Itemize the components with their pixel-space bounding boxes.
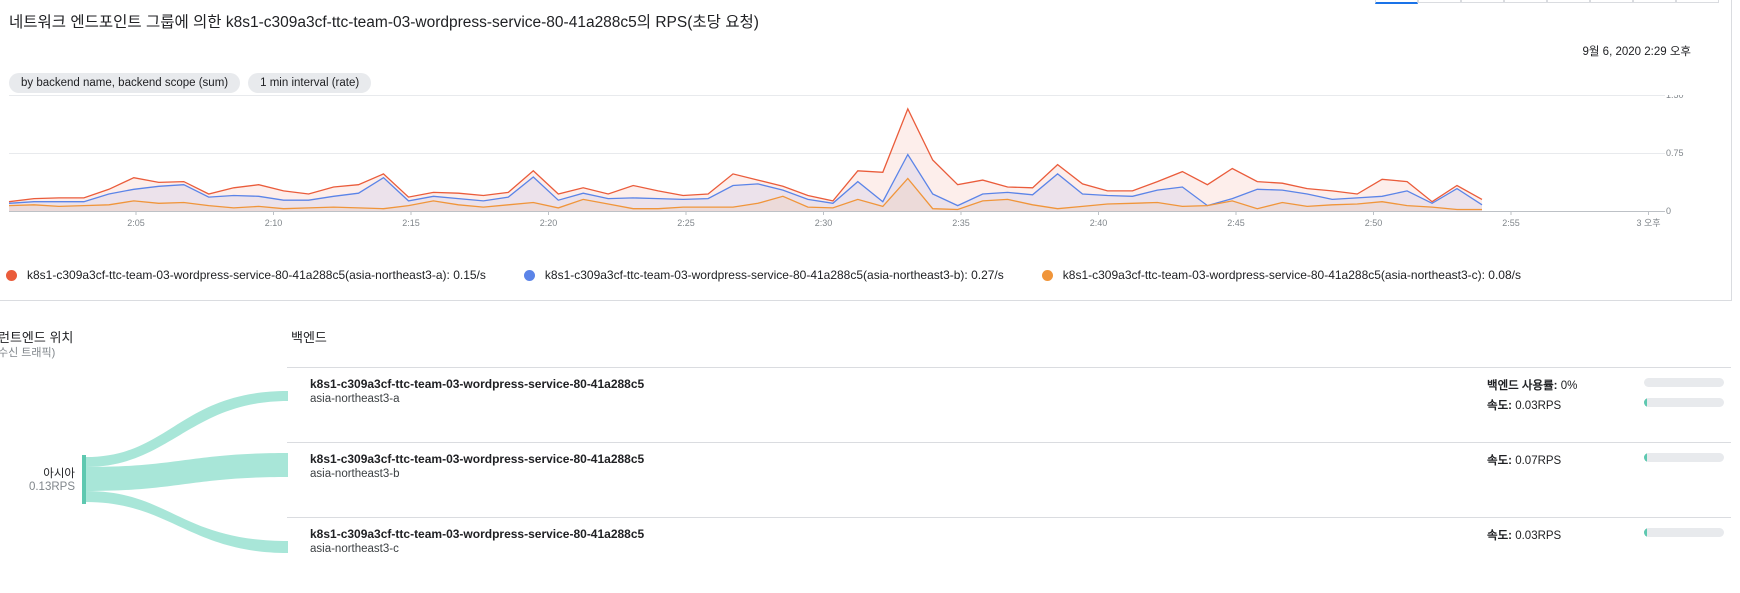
x-tick-label: 2:10 [265,218,283,228]
x-tick-label: 2:05 [127,218,145,228]
backend-rate-bar [1644,528,1724,537]
frontend-region-rps: 0.13RPS [28,481,75,493]
x-tick-label: 2:45 [1227,218,1245,228]
time-range-tabs [1375,0,1719,4]
y-tick-label: 0 [1666,206,1671,216]
frontend-node [82,455,86,504]
legend-dot-blue [523,269,535,281]
backend-rate-value: 0.03RPS [1515,400,1562,412]
chart-timestamp: 9월 6, 2020 2:29 오후 [1582,46,1691,58]
y-tick-label: 0.75 [1666,148,1684,158]
backend-usage-bar [1644,378,1724,387]
backend-usage-label: 백엔드 사용률: [1487,380,1558,392]
legend-label-b: k8s1-c309a3cf-ttc-team-03-wordpress-serv… [544,268,1004,282]
backend-rate-bar-fill [1644,398,1648,407]
backend-rate-bar-fill [1644,453,1648,462]
x-tick-label: 2:50 [1365,218,1383,228]
chart-legend: k8s1-c309a3cf-ttc-team-03-wordpress-serv… [6,268,1521,282]
legend-item-c[interactable]: k8s1-c309a3cf-ttc-team-03-wordpress-serv… [1041,268,1521,282]
aggregation-chip[interactable]: by backend name, backend scope (sum) [9,73,241,93]
x-tick-label: 2:55 [1502,218,1520,228]
legend-dot-red [6,269,17,281]
backend-name[interactable]: k8s1-c309a3cf-ttc-team-03-wordpress-serv… [310,452,644,466]
backend-title: 백엔드 [291,330,327,345]
time-range-tab[interactable] [1375,0,1418,4]
time-range-tab[interactable] [1504,0,1547,3]
time-range-tab[interactable] [1461,0,1504,3]
legend-label-a: k8s1-c309a3cf-ttc-team-03-wordpress-serv… [27,268,486,282]
x-tick-label: 3 오후 [1636,218,1660,228]
backend-usage-value: 0% [1560,380,1578,392]
legend-item-a[interactable]: k8s1-c309a3cf-ttc-team-03-wordpress-serv… [6,268,486,282]
rps-chart[interactable]: 1.50 0.75 0 2:05 2:10 2:15 2:20 2:25 2:30 2:35 2:4… [0,95,1731,265]
chart-chips: by backend name, backend scope (sum) 1 m… [9,73,372,93]
frontend-location-subtitle: 수신 트래픽) [0,347,56,359]
interval-chip[interactable]: 1 min interval (rate) [248,73,372,93]
x-tick-label: 2:25 [677,218,695,228]
backend-zone: asia-northeast3-c [310,543,399,555]
time-range-tab[interactable] [1547,0,1590,3]
y-tick-label: 1.50 [1666,95,1684,100]
time-range-tab[interactable] [1590,0,1633,3]
backend-rate-label: 속도: [1487,530,1512,542]
legend-item-b[interactable]: k8s1-c309a3cf-ttc-team-03-wordpress-serv… [523,268,1004,282]
frontend-region-name: 아시아 [43,468,75,480]
backend-rate-value: 0.07RPS [1515,455,1562,467]
x-tick-label: 2:20 [540,218,558,228]
chart-card: 네트워크 엔드포인트 그룹에 의한 k8s1-c309a3cf-ttc-team… [0,0,1732,301]
backend-zone: asia-northeast3-b [310,468,400,480]
backend-rate-label: 속도: [1487,400,1512,412]
backend-usage: 백엔드 사용률: 0% [1487,377,1577,393]
backend-rate-value: 0.03RPS [1515,530,1562,542]
backend-row[interactable]: k8s1-c309a3cf-ttc-team-03-wordpress-serv… [287,442,1731,518]
time-range-tab[interactable] [1418,0,1461,3]
legend-dot-orange [1041,269,1053,281]
x-tick-label: 2:15 [402,218,420,228]
backend-rate-bar [1644,398,1724,407]
flow-to-asia-northeast3-c [86,491,288,553]
traffic-flow-diagram [82,391,288,553]
backend-zone: asia-northeast3-a [310,393,400,405]
legend-label-c: k8s1-c309a3cf-ttc-team-03-wordpress-serv… [1062,268,1521,282]
backend-name[interactable]: k8s1-c309a3cf-ttc-team-03-wordpress-serv… [310,527,644,541]
backend-rate-bar [1644,453,1724,462]
time-range-tab[interactable] [1676,0,1719,3]
x-tick-label: 2:35 [952,218,970,228]
x-tick-label: 2:30 [815,218,833,228]
backend-rate-label: 속도: [1487,455,1512,467]
x-tick-label: 2:40 [1090,218,1108,228]
backend-rate-bar-fill [1644,528,1648,537]
backend-name[interactable]: k8s1-c309a3cf-ttc-team-03-wordpress-serv… [310,377,644,391]
backend-rate: 속도: 0.03RPS [1487,397,1561,413]
time-range-tab[interactable] [1633,0,1676,3]
backend-rate: 속도: 0.07RPS [1487,452,1561,468]
backend-row[interactable]: k8s1-c309a3cf-ttc-team-03-wordpress-serv… [287,367,1731,443]
backend-row[interactable]: k8s1-c309a3cf-ttc-team-03-wordpress-serv… [287,517,1731,593]
chart-title: 네트워크 엔드포인트 그룹에 의한 k8s1-c309a3cf-ttc-team… [9,14,759,31]
backend-rate: 속도: 0.03RPS [1487,527,1561,543]
